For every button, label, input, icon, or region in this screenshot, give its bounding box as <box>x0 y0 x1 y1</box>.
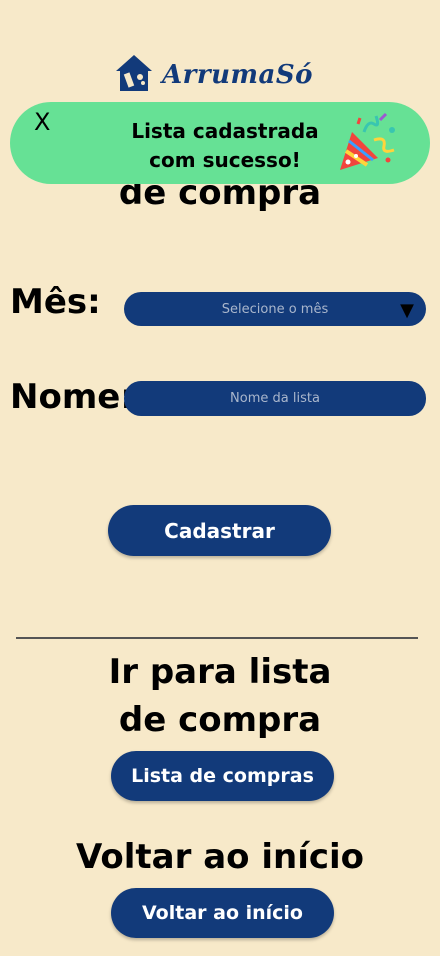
section-divider <box>16 637 418 639</box>
go-to-list-heading: Ir para lista de compra <box>0 648 440 744</box>
month-select-placeholder: Selecione o mês <box>221 301 329 317</box>
app-logo: ArrumaSó <box>112 52 322 98</box>
toast-message-line-2: com sucesso! <box>149 148 301 172</box>
name-label: Nome: <box>10 377 134 417</box>
go-to-list-heading-line-1: Ir para lista <box>108 652 332 692</box>
back-heading: Voltar ao início <box>75 837 365 877</box>
month-select[interactable]: Selecione o mês ▼ <box>124 292 426 326</box>
toast-message: Lista cadastrada com sucesso! <box>100 117 350 175</box>
chevron-down-icon: ▼ <box>400 300 414 321</box>
party-popper-icon <box>334 110 400 176</box>
toast-message-line-1: Lista cadastrada <box>131 119 319 143</box>
success-toast: X Lista cadastrada com sucesso! <box>10 102 430 184</box>
go-to-list-heading-line-2: de compra <box>118 700 322 740</box>
toast-close-button[interactable]: X <box>34 108 50 136</box>
list-name-input[interactable] <box>124 381 426 416</box>
house-icon <box>112 51 156 99</box>
register-button[interactable]: Cadastrar <box>108 505 331 556</box>
back-home-button[interactable]: Voltar ao início <box>111 888 334 938</box>
app-name: ArrumaSó <box>162 60 313 90</box>
month-label: Mês: <box>10 282 101 322</box>
shopping-list-button[interactable]: Lista de compras <box>111 751 334 801</box>
